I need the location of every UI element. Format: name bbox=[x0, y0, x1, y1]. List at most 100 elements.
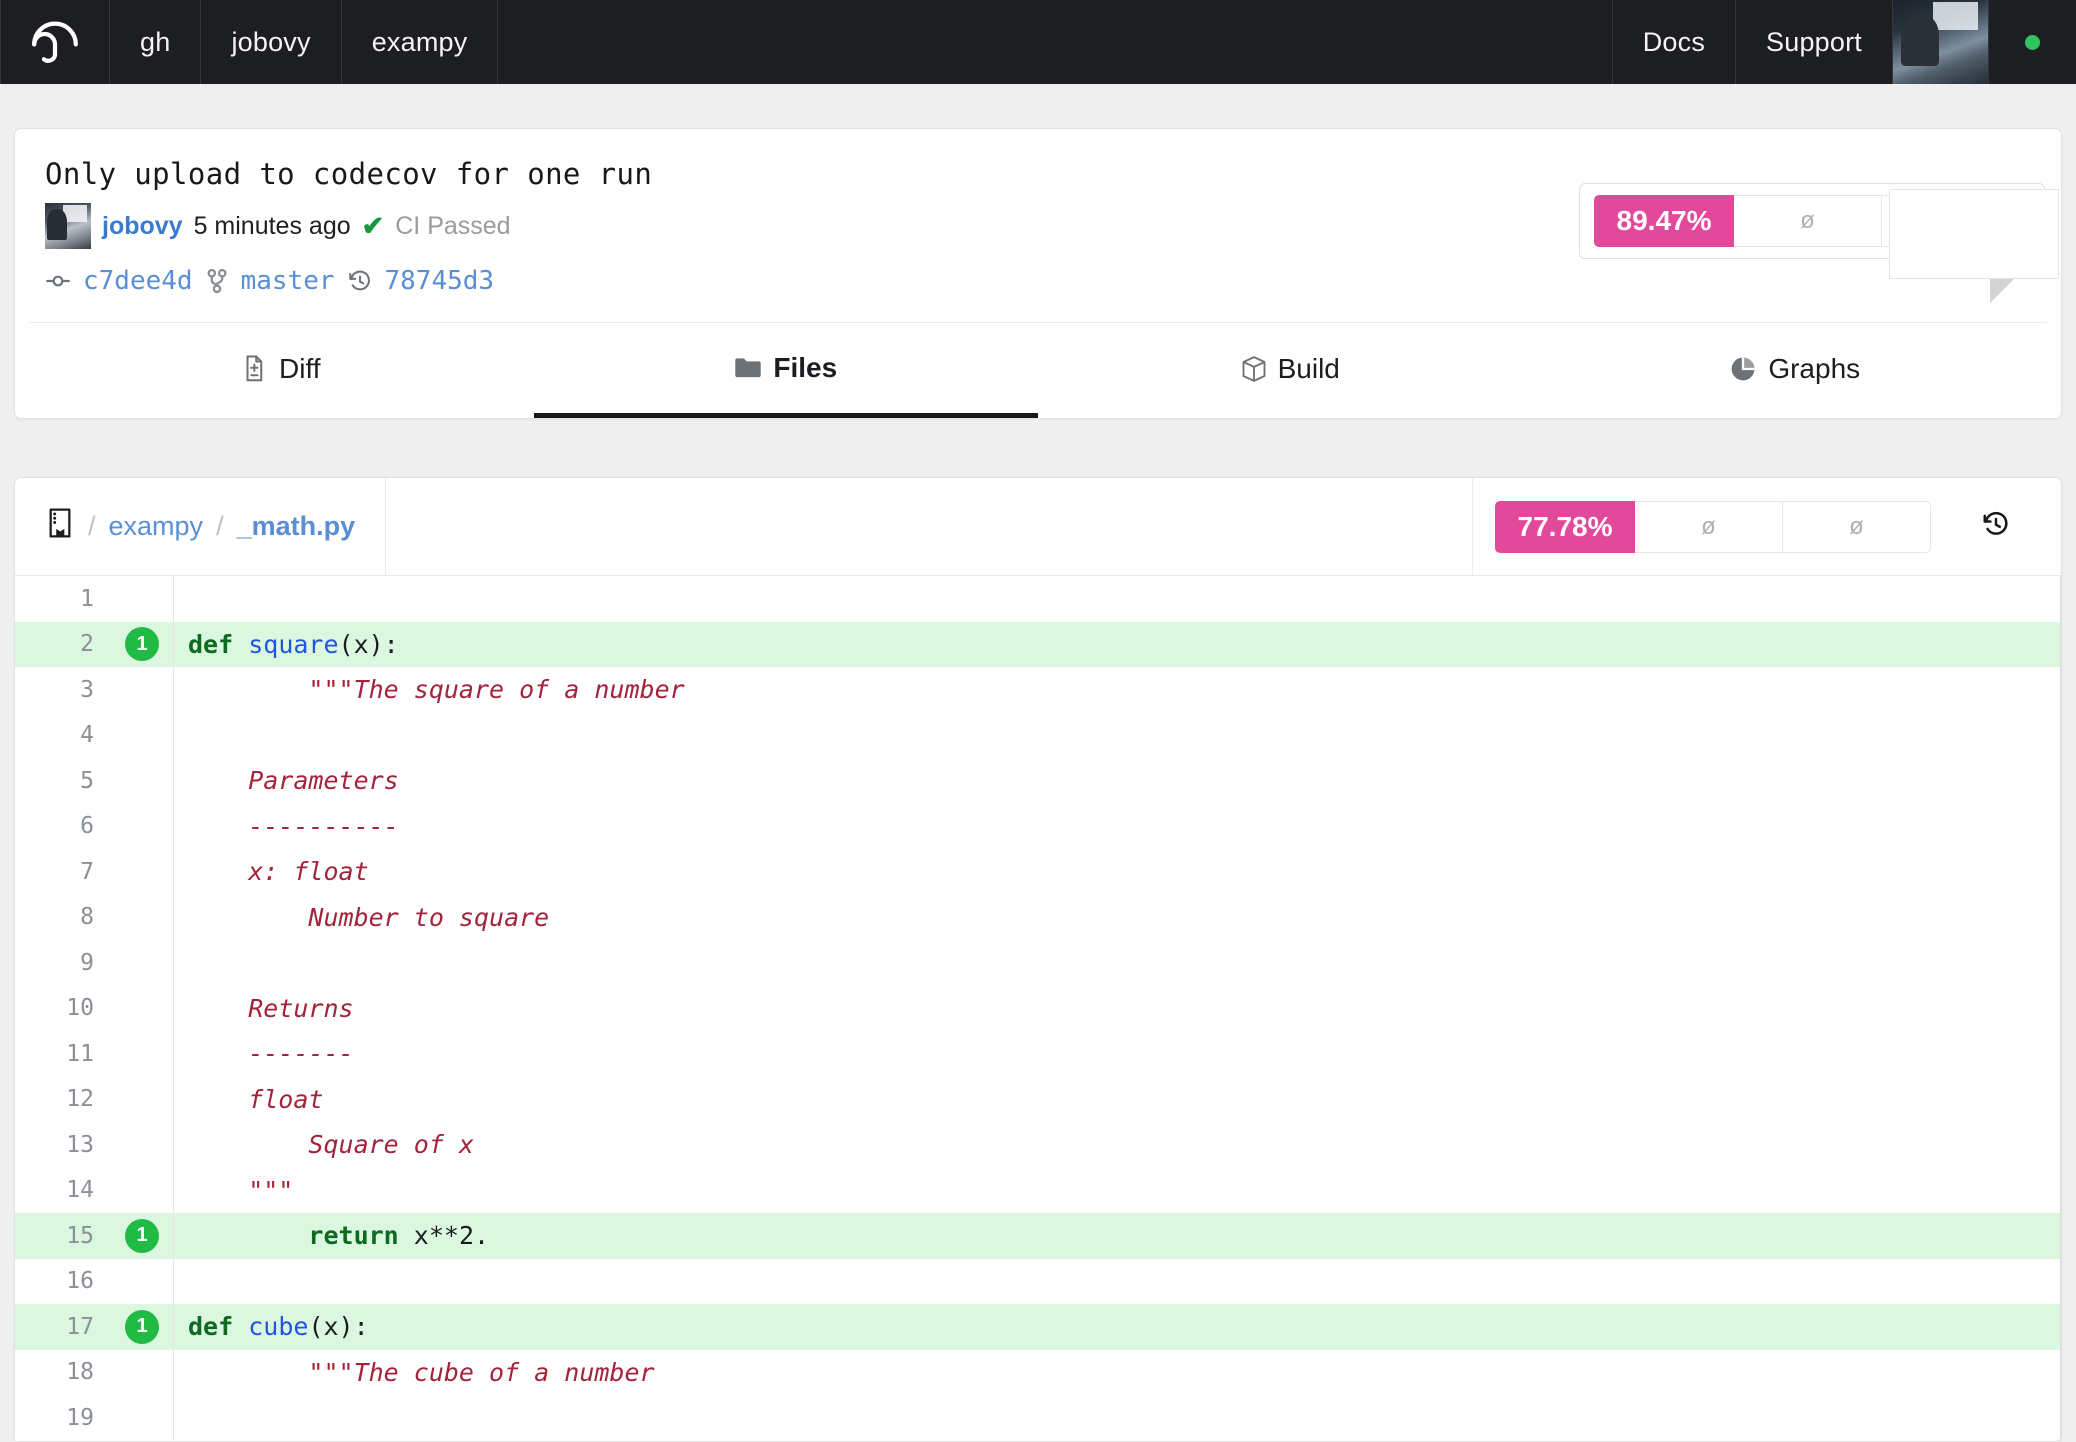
code-line: 12 float bbox=[15, 1076, 2061, 1122]
file-coverage-percent[interactable]: 77.78% bbox=[1495, 500, 1635, 553]
line-number: 15 bbox=[15, 1213, 111, 1259]
line-source bbox=[174, 713, 2061, 759]
tab-graphs-label: Graphs bbox=[1768, 353, 1861, 384]
code-token: Square of x bbox=[188, 1130, 474, 1160]
commit-tabs: Diff Files Build Graphs bbox=[29, 322, 2047, 418]
code-viewer[interactable]: 1 2 1 def square (x): 3 """The square of a nu… bbox=[15, 576, 2061, 1441]
line-number: 17 bbox=[15, 1304, 111, 1350]
commit-card: Only upload to codecov for one run jobov… bbox=[14, 128, 2062, 419]
commit-coverage-percent[interactable]: 89.47% bbox=[1594, 195, 1734, 247]
line-hit-count bbox=[111, 1258, 174, 1304]
code-line: 16 bbox=[15, 1258, 2061, 1305]
code-line: 18 """The cube of a number bbox=[15, 1349, 2061, 1395]
breadcrumb-file-link[interactable]: _math.py bbox=[237, 511, 356, 542]
code-token: return bbox=[308, 1221, 399, 1251]
code-token: Returns bbox=[188, 993, 354, 1023]
code-token: cube bbox=[248, 1312, 309, 1342]
line-number: 4 bbox=[15, 712, 111, 758]
codecov-logo-link[interactable] bbox=[0, 0, 110, 84]
history-icon bbox=[1981, 509, 2011, 544]
line-source: Returns bbox=[174, 986, 2061, 1032]
file-history-button[interactable] bbox=[1931, 509, 2039, 544]
line-hit-count bbox=[111, 1031, 174, 1077]
commit-header: Only upload to codecov for one run jobov… bbox=[15, 129, 2061, 322]
code-line: 19 bbox=[15, 1395, 2061, 1441]
line-hit-count: 1 bbox=[111, 621, 174, 667]
line-hit-count bbox=[111, 894, 174, 940]
line-hit-count bbox=[111, 940, 174, 986]
file-header: / exampy / _math.py 77.78% ø ø bbox=[15, 478, 2061, 576]
code-line: 14 """ bbox=[15, 1167, 2061, 1214]
user-avatar[interactable] bbox=[1893, 0, 1989, 84]
branch-icon bbox=[205, 268, 229, 294]
line-number: 6 bbox=[15, 803, 111, 849]
code-token: def bbox=[188, 629, 249, 659]
line-number: 3 bbox=[15, 667, 111, 713]
line-source: Number to square bbox=[174, 895, 2061, 941]
author-avatar bbox=[45, 203, 91, 249]
nav-item-gh[interactable]: gh bbox=[110, 0, 202, 84]
navbar-right-group: Docs Support bbox=[1613, 0, 2076, 84]
line-hit-count bbox=[111, 667, 174, 713]
code-line: 3 """The square of a number bbox=[15, 667, 2061, 713]
code-token: x: float bbox=[188, 857, 369, 887]
breadcrumb-sep: / bbox=[216, 511, 224, 541]
folder-icon bbox=[734, 356, 762, 380]
line-number: 1 bbox=[15, 576, 111, 622]
nav-item-jobovy-label: jobovy bbox=[231, 26, 311, 57]
nav-item-docs[interactable]: Docs bbox=[1613, 0, 1737, 84]
line-hit-count: 1 bbox=[111, 1304, 174, 1350]
branch-name-link[interactable]: master bbox=[241, 266, 335, 296]
nav-item-jobovy[interactable]: jobovy bbox=[201, 0, 342, 84]
line-source: def cube (x): bbox=[174, 1304, 2061, 1350]
line-source: x: float bbox=[174, 849, 2061, 895]
line-number: 19 bbox=[15, 1395, 111, 1441]
hit-count-badge: 1 bbox=[125, 627, 159, 662]
breadcrumb: / exampy / _math.py bbox=[15, 478, 387, 575]
line-hit-count bbox=[111, 849, 174, 895]
nav-item-support[interactable]: Support bbox=[1736, 0, 1893, 84]
tab-build[interactable]: Build bbox=[1038, 323, 1543, 418]
file-coverage-change[interactable]: ø bbox=[1783, 500, 1931, 553]
status-dot-icon bbox=[2025, 34, 2040, 50]
coverage-tooltip-arrow bbox=[1990, 279, 2014, 303]
tab-diff[interactable]: Diff bbox=[29, 323, 534, 418]
commit-icon bbox=[45, 268, 71, 294]
commit-sha-link[interactable]: c7dee4d bbox=[83, 266, 193, 296]
check-icon: ✔ bbox=[361, 210, 385, 241]
line-source: """ bbox=[174, 1168, 2061, 1214]
line-number: 7 bbox=[15, 849, 111, 895]
breadcrumb-dir-link[interactable]: exampy bbox=[109, 511, 204, 542]
commit-coverage-diff[interactable]: ø bbox=[1734, 195, 1882, 247]
code-token: def bbox=[188, 1312, 249, 1342]
line-hit-count: 1 bbox=[111, 1213, 174, 1259]
code-token: """The cube of a number bbox=[188, 1357, 655, 1387]
code-token: Number to square bbox=[188, 902, 550, 932]
commit-author-link[interactable]: jobovy bbox=[102, 212, 183, 241]
breadcrumb-root-sep: / bbox=[88, 511, 96, 541]
file-coverage-diff[interactable]: ø bbox=[1635, 500, 1783, 553]
diff-file-icon bbox=[242, 354, 268, 384]
page-body: Only upload to codecov for one run jobov… bbox=[0, 84, 2076, 1442]
status-indicator bbox=[1989, 0, 2076, 84]
file-coverage-group: 77.78% ø ø bbox=[1495, 500, 1931, 553]
line-source bbox=[174, 1395, 2061, 1441]
line-source bbox=[174, 1259, 2061, 1305]
code-line: 6 ---------- bbox=[15, 803, 2061, 849]
code-line: 13 Square of x bbox=[15, 1122, 2061, 1168]
tab-files[interactable]: Files bbox=[533, 323, 1038, 418]
line-number: 2 bbox=[15, 621, 111, 667]
line-number: 12 bbox=[15, 1076, 111, 1122]
tab-diff-label: Diff bbox=[279, 353, 321, 384]
line-source: ------- bbox=[174, 1031, 2061, 1077]
nav-item-exampy[interactable]: exampy bbox=[342, 0, 499, 84]
history-icon bbox=[347, 268, 373, 294]
code-line: 2 1 def square (x): bbox=[15, 621, 2061, 667]
pull-sha-link[interactable]: 78745d3 bbox=[385, 266, 495, 296]
line-hit-count bbox=[111, 985, 174, 1031]
line-number: 13 bbox=[15, 1122, 111, 1168]
tab-graphs[interactable]: Graphs bbox=[1543, 323, 2048, 418]
code-token: """ bbox=[188, 1175, 294, 1205]
line-source: Parameters bbox=[174, 758, 2061, 804]
